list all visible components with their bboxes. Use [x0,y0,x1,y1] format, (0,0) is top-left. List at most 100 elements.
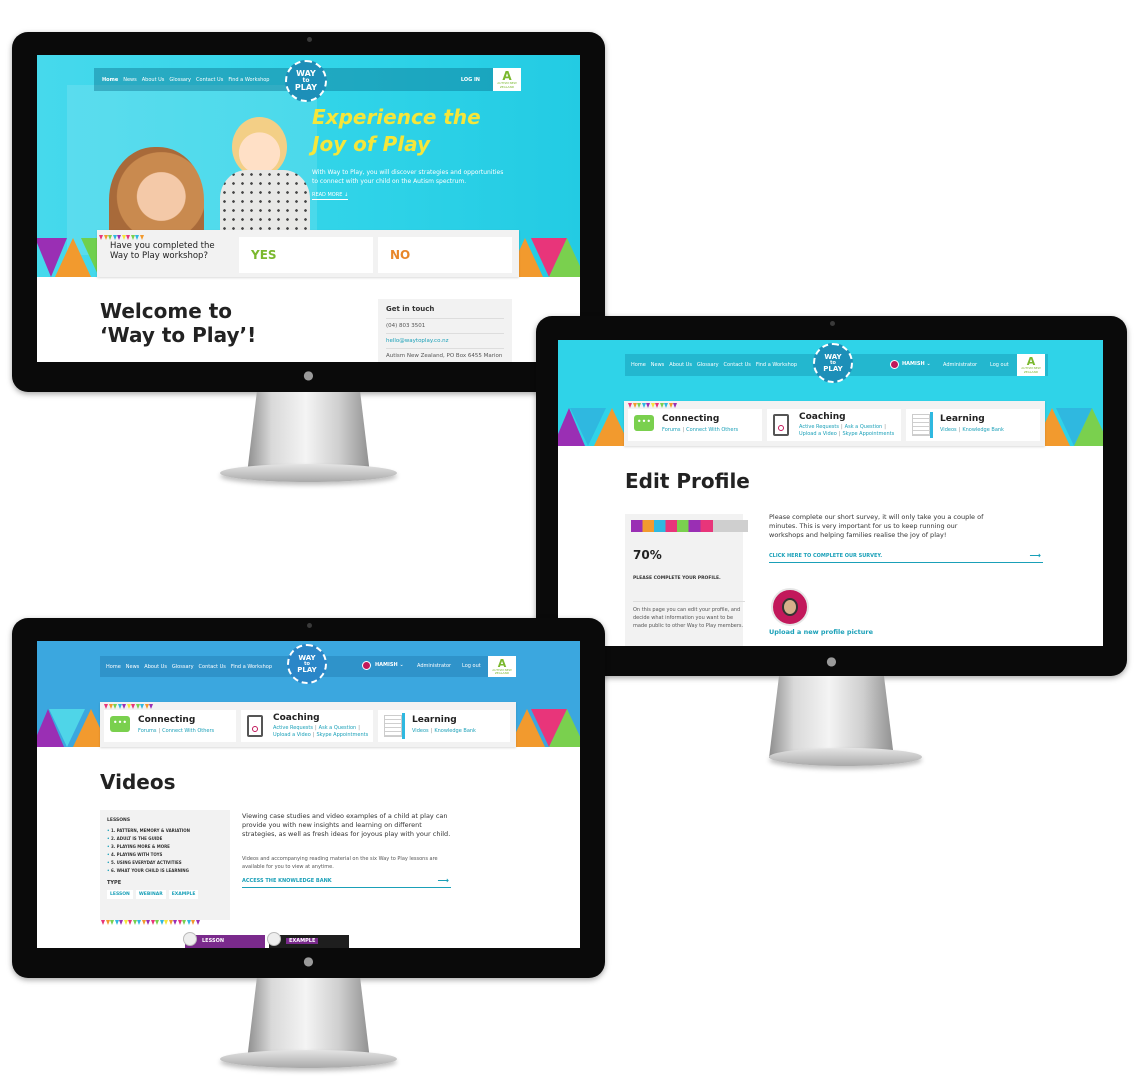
profile-progress-panel: 70% PLEASE COMPLETE YOUR PROFILE. On thi… [625,514,748,646]
lesson-item[interactable]: • 6. WHAT YOUR CHILD IS LEARNING [107,867,223,875]
nav-find-a-workshop[interactable]: Find a Workshop [231,664,272,670]
link-videos[interactable]: Videos [412,728,429,734]
way-to-play-logo[interactable]: WAY to PLAY [285,60,327,102]
document-icon [912,412,933,438]
nav-about-us[interactable]: About Us [142,77,165,83]
way-to-play-logo[interactable]: WAY to PLAY [287,644,327,684]
autism-nz-logo[interactable]: A AUTISM NEW ZEALAND [1017,354,1045,376]
lesson-item[interactable]: • 2. ADULT IS THE GUIDE [107,835,223,843]
survey-text: Please complete our short survey, it wil… [769,513,984,539]
nav-news[interactable]: News [123,77,137,83]
nav-contact-us[interactable]: Contact Us [196,77,223,83]
monitor-bezel: Home News About Us Glossary Contact Us F… [12,618,605,978]
video-tile-example-label: EXAMPLE [286,938,319,944]
nav-glossary[interactable]: Glossary [172,664,194,670]
link-knowledge-bank[interactable]: Knowledge Bank [434,728,476,734]
logo-word-play: PLAY [823,364,843,373]
link-forums[interactable]: Forums [662,427,680,433]
nav-contact-us[interactable]: Contact Us [724,362,751,368]
link-active-requests[interactable]: Active Requests [799,424,839,430]
nav-glossary[interactable]: Glossary [169,77,191,83]
autism-nz-logo[interactable]: A AUTISM NEW ZEALAND [488,656,516,677]
nav-news[interactable]: News [126,664,140,670]
link-connect-with-others[interactable]: Connect With Others [162,728,214,734]
tab-connecting[interactable]: ••• Connecting Forums | Connect With Other… [628,409,762,441]
nav-about-us[interactable]: About Us [144,664,167,670]
yes-button[interactable]: YES [239,237,373,273]
autism-nz-logo[interactable]: A AUTISM NEW ZEALAND [493,68,521,91]
tab-coaching[interactable]: Coaching Active Requests | Ask a Question |… [767,409,901,441]
read-more-link[interactable]: READ MORE ↓ [312,192,349,200]
user-avatar[interactable] [362,661,371,670]
triangle-deco [549,238,580,277]
tab-learning[interactable]: Learning Videos | Knowledge Bank [378,710,510,742]
link-active-requests[interactable]: Active Requests [273,725,313,731]
administrator-link[interactable]: Administrator [943,362,977,368]
nav-home[interactable]: Home [106,664,121,670]
email-link[interactable]: hello@waytoplay.co.nz [386,334,504,349]
user-avatar[interactable] [890,360,899,369]
login-link[interactable]: LOG IN [461,77,480,83]
type-filter-webinar[interactable]: WEBINAR [135,890,166,899]
welcome-heading-line2: ‘Way to Play’! [100,323,257,347]
monitor-edit-profile: Home News About Us Glossary Contact Us F… [536,316,1127,768]
nav-home[interactable]: Home [631,362,646,368]
video-tile-lesson[interactable]: LESSON [183,932,265,948]
type-filter-lesson[interactable]: LESSON [107,890,133,899]
survey-link[interactable]: CLICK HERE TO COMPLETE OUR SURVEY. ⟶ [769,551,1043,563]
link-connect-with-others[interactable]: Connect With Others [686,427,738,433]
link-skype-appointments[interactable]: Skype Appointments [316,732,368,738]
learning-links: Videos | Knowledge Bank [940,427,1004,433]
video-filter-panel: LESSONS • 1. PATTERN, MEMORY & VARIATION… [100,810,230,920]
access-knowledge-bank-link[interactable]: ACCESS THE KNOWLEDGE BANK ⟶ [242,876,451,888]
nav-home[interactable]: Home [102,77,118,83]
type-filters: LESSON WEBINAR EXAMPLE [107,890,223,899]
way-to-play-logo[interactable]: WAY to PLAY [813,343,853,383]
nav-find-a-workshop[interactable]: Find a Workshop [756,362,797,368]
lesson-item[interactable]: • 4. PLAYING WITH TOYS [107,851,223,859]
type-filter-example[interactable]: EXAMPLE [168,890,199,899]
profile-picture[interactable] [771,588,809,626]
screen-edit-profile: Home News About Us Glossary Contact Us F… [558,340,1103,646]
link-ask-a-question[interactable]: Ask a Question [845,424,883,430]
monitor-stand-base [769,748,922,766]
lesson-label: 5. USING EVERYDAY ACTIVITIES [110,860,182,865]
video-tile-example[interactable]: EXAMPLE [267,932,349,948]
lesson-item[interactable]: • 1. PATTERN, MEMORY & VARIATION [107,827,223,835]
link-ask-a-question[interactable]: Ask a Question [319,725,357,731]
administrator-link[interactable]: Administrator [417,663,451,669]
logout-link[interactable]: Log out [462,663,481,669]
nav-about-us[interactable]: About Us [669,362,692,368]
link-knowledge-bank[interactable]: Knowledge Bank [962,427,1004,433]
tab-learning[interactable]: Learning Videos | Knowledge Bank [906,409,1040,441]
nav-news[interactable]: News [651,362,665,368]
monitor-videos: Home News About Us Glossary Contact Us F… [12,618,605,1070]
workshop-question: Have you completed the Way to Play works… [110,241,215,261]
tab-coaching[interactable]: Coaching Active Requests | Ask a Question |… [241,710,373,742]
logout-link[interactable]: Log out [990,362,1009,368]
chat-bubble-icon: ••• [110,716,130,732]
link-videos[interactable]: Videos [940,427,957,433]
link-skype-appointments[interactable]: Skype Appointments [842,431,894,437]
nav-glossary[interactable]: Glossary [697,362,719,368]
monitor-stand-base [220,1050,397,1068]
section-tabs-card: ••• Connecting Forums | Connect With Other… [100,702,516,747]
nav-contact-us[interactable]: Contact Us [199,664,226,670]
monitor-stand [247,978,370,1060]
no-button[interactable]: NO [378,237,512,273]
link-upload-a-video[interactable]: Upload a Video [799,431,837,437]
coaching-title: Coaching [799,412,846,422]
tab-connecting[interactable]: ••• Connecting Forums | Connect With Other… [104,710,236,742]
nav-find-a-workshop[interactable]: Find a Workshop [228,77,269,83]
lessons-heading: LESSONS [107,818,131,823]
hero-headline-line1: Experience the [312,105,481,129]
user-menu[interactable]: HAMISH ⌄ [902,361,931,367]
link-upload-a-video[interactable]: Upload a Video [273,732,311,738]
user-menu[interactable]: HAMISH ⌄ [375,662,404,668]
camera-dot [306,37,312,42]
link-forums[interactable]: Forums [138,728,156,734]
lesson-item[interactable]: • 5. USING EVERYDAY ACTIVITIES [107,859,223,867]
lesson-item[interactable]: • 3. PLAYING MORE & MORE [107,843,223,851]
phone-number: (04) 803 3501 [386,319,504,334]
upload-profile-picture-link[interactable]: Upload a new profile picture [769,628,873,636]
